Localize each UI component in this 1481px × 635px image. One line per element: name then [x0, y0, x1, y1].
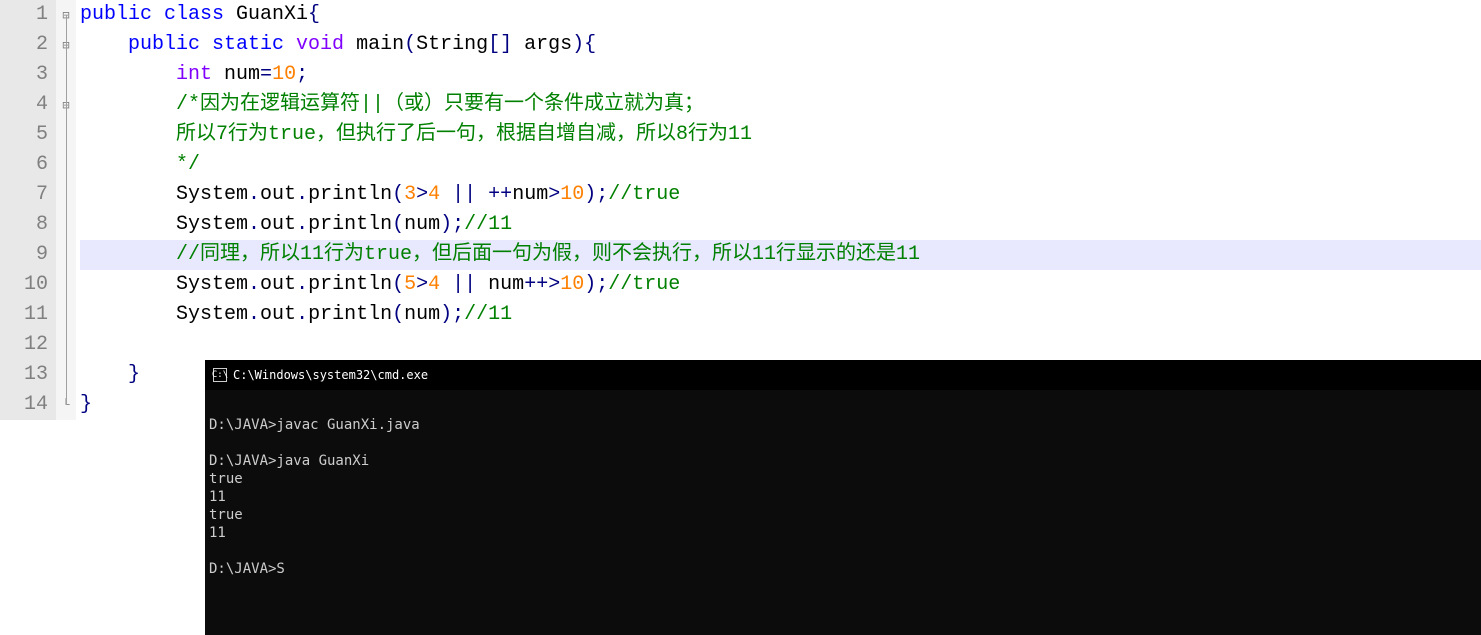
- line-number: 12: [0, 330, 48, 360]
- fold-guide: [56, 180, 76, 210]
- line-number: 10: [0, 270, 48, 300]
- terminal-title-text: C:\Windows\system32\cmd.exe: [233, 368, 428, 382]
- fold-guide: [56, 120, 76, 150]
- line-number: 11: [0, 300, 48, 330]
- fold-minus-icon[interactable]: ⊟: [56, 30, 76, 60]
- terminal-titlebar[interactable]: C:\ C:\Windows\system32\cmd.exe: [205, 360, 1481, 390]
- fold-minus-icon[interactable]: ⊟: [56, 90, 76, 120]
- line-number: 6: [0, 150, 48, 180]
- fold-guide: [56, 150, 76, 180]
- line-number: 1: [0, 0, 48, 30]
- line-number: 7: [0, 180, 48, 210]
- line-number: 2: [0, 30, 48, 60]
- code-line-12[interactable]: [80, 330, 1481, 360]
- fold-guide: [56, 300, 76, 330]
- line-number: 13: [0, 360, 48, 390]
- code-line-2[interactable]: public static void main(String[] args){: [80, 30, 1481, 60]
- fold-end-icon: └: [56, 390, 76, 420]
- line-number: 8: [0, 210, 48, 240]
- code-line-5[interactable]: 所以7行为true，但执行了后一句，根据自增自减，所以8行为11: [80, 120, 1481, 150]
- cmd-icon: C:\: [213, 368, 227, 382]
- fold-gutter: ⊟ ⊟ ⊟ └: [56, 0, 76, 420]
- line-number: 14: [0, 390, 48, 420]
- fold-guide: [56, 330, 76, 360]
- code-editor[interactable]: 1 2 3 4 5 6 7 8 9 10 11 12 13 14 ⊟ ⊟ ⊟ └…: [0, 0, 1481, 420]
- line-number: 3: [0, 60, 48, 90]
- code-line-11[interactable]: System.out.println(num);//11: [80, 300, 1481, 330]
- code-line-10[interactable]: System.out.println(5>4 || num++>10);//tr…: [80, 270, 1481, 300]
- fold-guide: [56, 270, 76, 300]
- line-number-gutter: 1 2 3 4 5 6 7 8 9 10 11 12 13 14: [0, 0, 56, 420]
- code-line-6[interactable]: */: [80, 150, 1481, 180]
- code-line-9-current[interactable]: //同理，所以11行为true，但后面一句为假，则不会执行，所以11行显示的还是…: [80, 240, 1481, 270]
- fold-guide: [56, 210, 76, 240]
- code-line-1[interactable]: public class GuanXi{: [80, 0, 1481, 30]
- line-number: 5: [0, 120, 48, 150]
- code-line-8[interactable]: System.out.println(num);//11: [80, 210, 1481, 240]
- fold-minus-icon[interactable]: ⊟: [56, 0, 76, 30]
- code-line-4[interactable]: /*因为在逻辑运算符||（或）只要有一个条件成立就为真；: [80, 90, 1481, 120]
- terminal-output[interactable]: D:\JAVA>javac GuanXi.java D:\JAVA>java G…: [205, 390, 1481, 586]
- cmd-terminal[interactable]: C:\ C:\Windows\system32\cmd.exe D:\JAVA>…: [205, 360, 1481, 635]
- fold-guide: [56, 60, 76, 90]
- code-area[interactable]: public class GuanXi{ public static void …: [76, 0, 1481, 420]
- code-line-3[interactable]: int num=10;: [80, 60, 1481, 90]
- fold-guide: [56, 360, 76, 390]
- code-line-7[interactable]: System.out.println(3>4 || ++num>10);//tr…: [80, 180, 1481, 210]
- line-number: 9: [0, 240, 48, 270]
- line-number: 4: [0, 90, 48, 120]
- fold-guide: [56, 240, 76, 270]
